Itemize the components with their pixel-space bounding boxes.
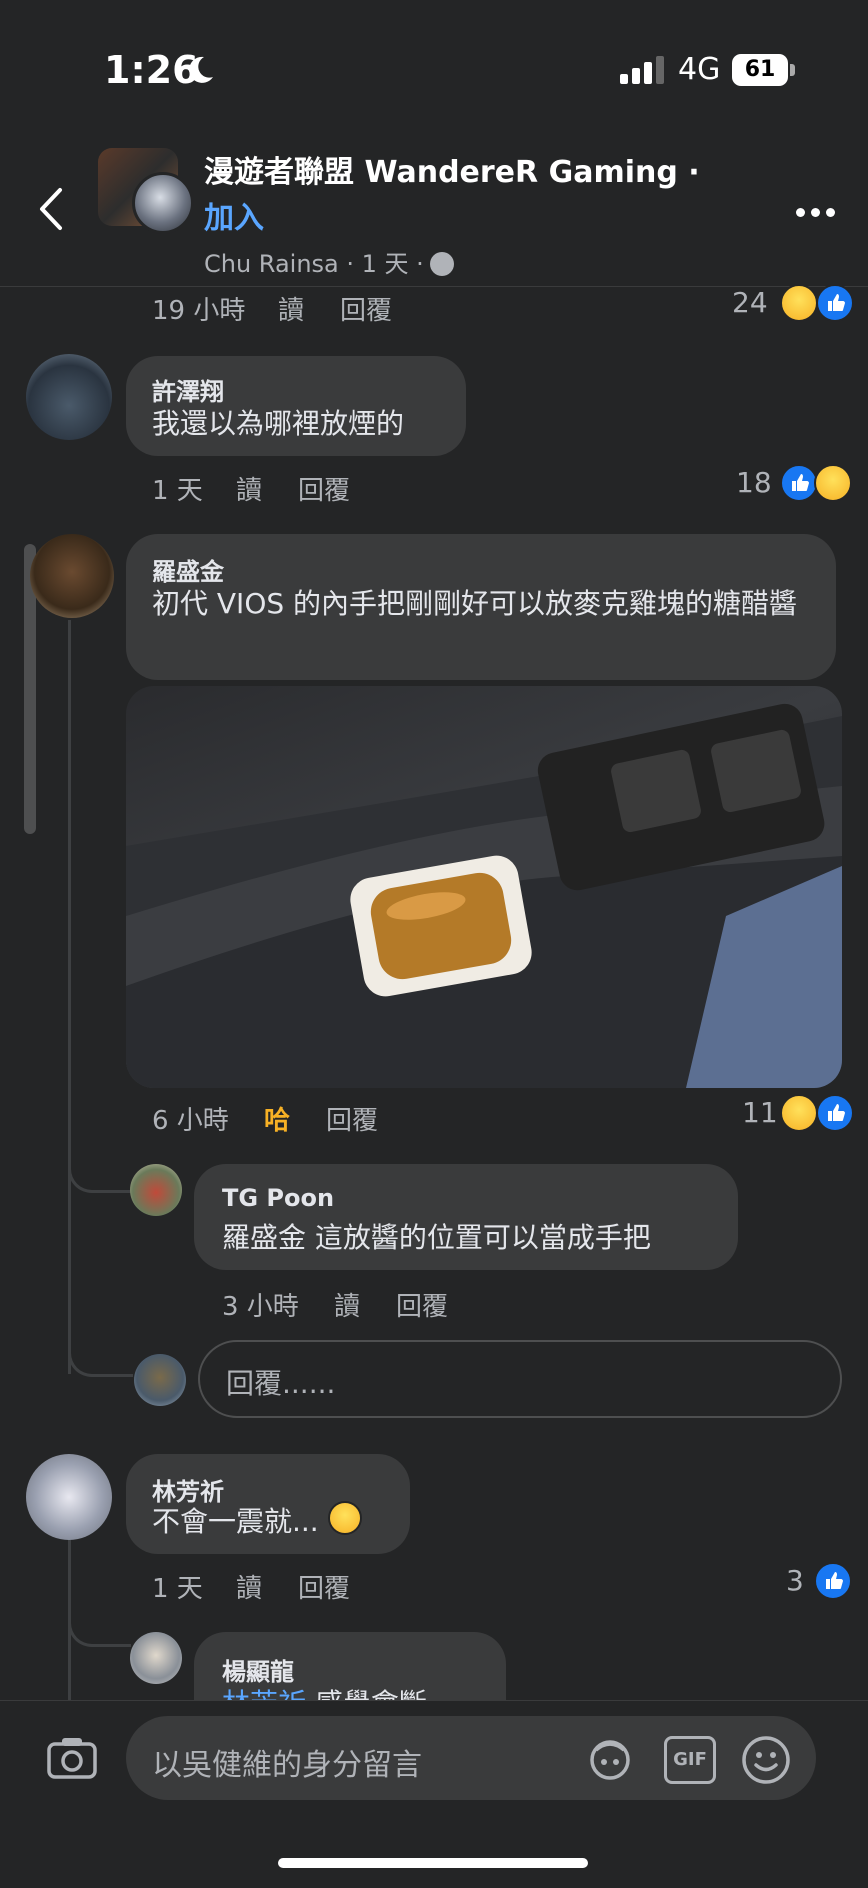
prev-comment-read[interactable]: 讀 [278, 290, 304, 327]
prev-comment-time: 19 小時 [152, 296, 246, 326]
haha-reaction-icon [814, 464, 852, 502]
comment-reply[interactable]: 回覆 [326, 1100, 378, 1137]
post-meta: Chu Rainsa · 1 天 · [204, 244, 454, 279]
join-link[interactable]: 加入 [204, 201, 264, 236]
reply-connector [68, 1330, 133, 1377]
comment-text: 不會一震就... [152, 1500, 362, 1544]
comment-read[interactable]: 讀 [236, 470, 262, 507]
network-label: 4G [678, 52, 721, 87]
author-avatar[interactable] [132, 172, 194, 234]
comment-placeholder: 以吳健維的身分留言 [152, 1748, 422, 1783]
home-indicator [278, 1858, 588, 1868]
battery-icon: 61 [732, 54, 788, 86]
reaction-count[interactable]: 3 [786, 1564, 804, 1597]
thread-line [68, 620, 71, 1374]
prev-reaction-count[interactable]: 24 [732, 286, 768, 319]
moon-icon [189, 56, 213, 83]
comment-time: 6 小時 [152, 1106, 229, 1136]
haha-reaction-label[interactable]: 哈 [264, 1100, 290, 1137]
comment-reply[interactable]: 回覆 [298, 1568, 350, 1605]
comment-photo[interactable] [126, 686, 842, 1088]
like-reaction-icon [816, 284, 854, 322]
like-reaction-icon [814, 1562, 852, 1600]
back-icon[interactable] [34, 186, 68, 232]
battery-tip [790, 64, 795, 76]
haha-reaction-icon [780, 1094, 818, 1132]
gif-button[interactable]: GIF [664, 1736, 716, 1784]
comment-text: 我還以為哪裡放煙的 [152, 407, 405, 440]
comment-time: 1 天 [152, 476, 203, 506]
avatar[interactable] [130, 1632, 182, 1684]
comment-text: 初代 VIOS 的內手把剛剛好可以放麥克雞塊的糖醋醬 [152, 587, 798, 620]
reply-text: 羅盛金 這放醬的位置可以當成手把 [222, 1221, 651, 1254]
like-reaction-icon [780, 464, 818, 502]
avatar[interactable] [26, 354, 112, 440]
comment-time: 1 天 [152, 1574, 203, 1604]
group-title[interactable]: 漫遊者聯盟 WandereR Gaming · 加入 [204, 150, 734, 242]
reply-author[interactable]: TG Poon [222, 1184, 334, 1212]
reply-connector [68, 1150, 131, 1193]
comment-read[interactable]: 讀 [236, 1568, 262, 1605]
avatar[interactable] [130, 1164, 182, 1216]
avatar-sticker-icon[interactable] [586, 1736, 634, 1782]
reaction-count[interactable]: 11 [742, 1096, 778, 1129]
avatar[interactable] [30, 534, 114, 618]
reply-time: 3 小時 [222, 1292, 299, 1322]
prev-comment-reply[interactable]: 回覆 [340, 290, 392, 327]
reaction-count[interactable]: 18 [736, 466, 772, 499]
more-options-icon[interactable] [796, 208, 836, 218]
reply-reply[interactable]: 回覆 [396, 1286, 448, 1323]
camera-icon[interactable] [46, 1736, 98, 1780]
comment-reply[interactable]: 回覆 [298, 470, 350, 507]
signal-icon [620, 56, 664, 84]
my-avatar [134, 1354, 186, 1406]
haha-reaction-icon [780, 284, 818, 322]
rofl-emoji-icon [327, 1501, 362, 1535]
reply-connector [68, 1600, 131, 1647]
globe-icon [429, 252, 454, 276]
avatar[interactable] [26, 1454, 112, 1540]
reply-placeholder: 回覆...... [226, 1367, 336, 1400]
reply-read[interactable]: 讀 [334, 1286, 360, 1323]
like-reaction-icon [816, 1094, 854, 1132]
emoji-icon[interactable] [740, 1734, 792, 1786]
